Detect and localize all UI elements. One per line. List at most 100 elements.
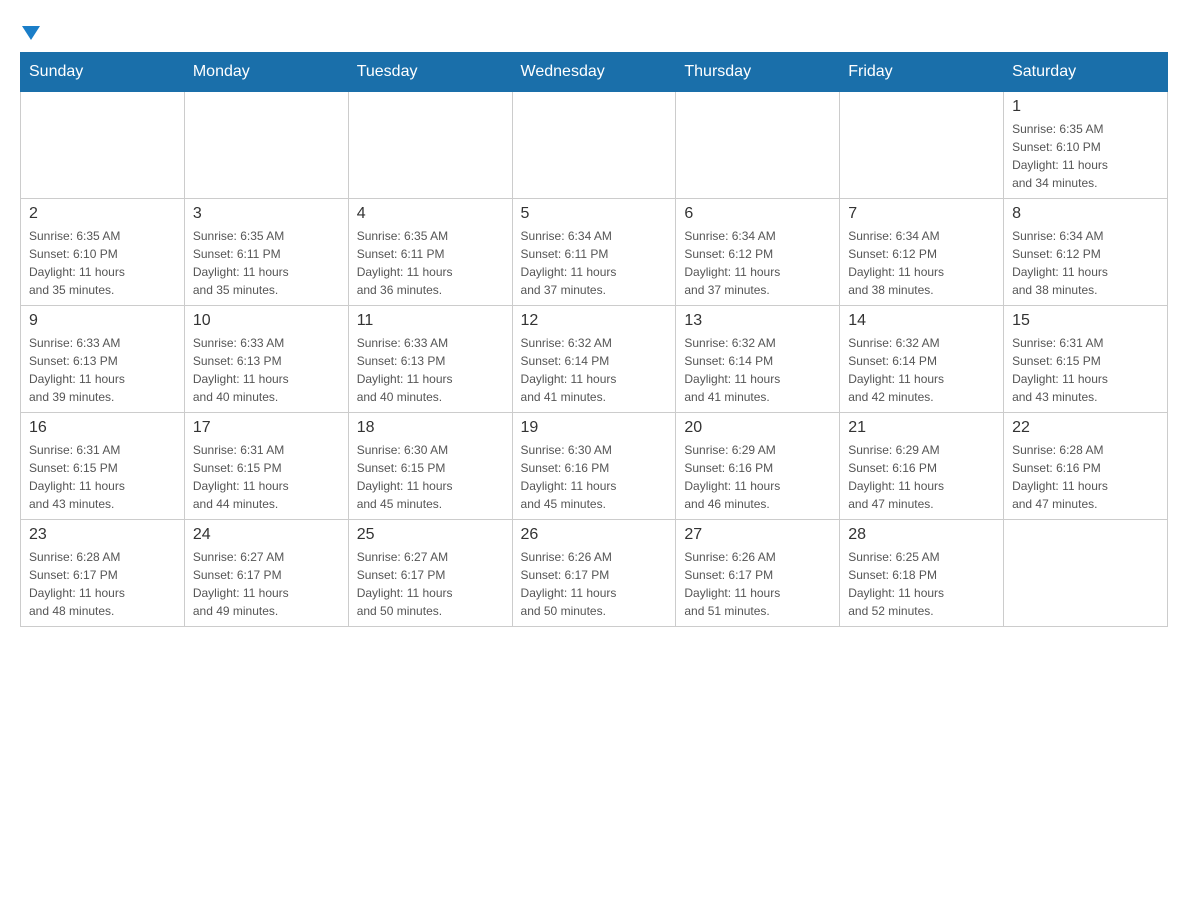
calendar-cell: 9 Sunrise: 6:33 AM Sunset: 6:13 PM Daylig…	[21, 306, 185, 413]
calendar-cell: 21 Sunrise: 6:29 AM Sunset: 6:16 PM Dayli…	[840, 413, 1004, 520]
calendar-cell: 28 Sunrise: 6:25 AM Sunset: 6:18 PM Dayli…	[840, 520, 1004, 627]
logo-triangle-icon	[22, 26, 40, 40]
day-number: 5	[521, 205, 668, 223]
day-info: Sunrise: 6:28 AM Sunset: 6:16 PM Dayligh…	[1012, 441, 1159, 513]
day-number: 2	[29, 205, 176, 223]
calendar-cell	[1004, 520, 1168, 627]
day-info: Sunrise: 6:27 AM Sunset: 6:17 PM Dayligh…	[357, 548, 504, 620]
day-info: Sunrise: 6:29 AM Sunset: 6:16 PM Dayligh…	[684, 441, 831, 513]
day-info: Sunrise: 6:31 AM Sunset: 6:15 PM Dayligh…	[1012, 334, 1159, 406]
calendar-cell: 11 Sunrise: 6:33 AM Sunset: 6:13 PM Dayli…	[348, 306, 512, 413]
day-number: 9	[29, 312, 176, 330]
calendar-cell: 6 Sunrise: 6:34 AM Sunset: 6:12 PM Daylig…	[676, 199, 840, 306]
calendar-cell: 24 Sunrise: 6:27 AM Sunset: 6:17 PM Dayli…	[184, 520, 348, 627]
header-row: SundayMondayTuesdayWednesdayThursdayFrid…	[21, 53, 1168, 92]
calendar-cell: 14 Sunrise: 6:32 AM Sunset: 6:14 PM Dayli…	[840, 306, 1004, 413]
calendar-cell: 17 Sunrise: 6:31 AM Sunset: 6:15 PM Dayli…	[184, 413, 348, 520]
calendar-cell: 27 Sunrise: 6:26 AM Sunset: 6:17 PM Dayli…	[676, 520, 840, 627]
day-number: 28	[848, 526, 995, 544]
day-number: 22	[1012, 419, 1159, 437]
day-number: 1	[1012, 98, 1159, 116]
day-info: Sunrise: 6:28 AM Sunset: 6:17 PM Dayligh…	[29, 548, 176, 620]
calendar-cell: 19 Sunrise: 6:30 AM Sunset: 6:16 PM Dayli…	[512, 413, 676, 520]
week-row-1: 1 Sunrise: 6:35 AM Sunset: 6:10 PM Daylig…	[21, 92, 1168, 199]
day-info: Sunrise: 6:34 AM Sunset: 6:12 PM Dayligh…	[1012, 227, 1159, 299]
calendar-cell: 8 Sunrise: 6:34 AM Sunset: 6:12 PM Daylig…	[1004, 199, 1168, 306]
day-number: 16	[29, 419, 176, 437]
calendar-cell: 16 Sunrise: 6:31 AM Sunset: 6:15 PM Dayli…	[21, 413, 185, 520]
day-info: Sunrise: 6:27 AM Sunset: 6:17 PM Dayligh…	[193, 548, 340, 620]
day-info: Sunrise: 6:25 AM Sunset: 6:18 PM Dayligh…	[848, 548, 995, 620]
week-row-4: 16 Sunrise: 6:31 AM Sunset: 6:15 PM Dayli…	[21, 413, 1168, 520]
day-info: Sunrise: 6:33 AM Sunset: 6:13 PM Dayligh…	[29, 334, 176, 406]
day-number: 21	[848, 419, 995, 437]
header-day-thursday: Thursday	[676, 53, 840, 92]
day-number: 17	[193, 419, 340, 437]
day-number: 25	[357, 526, 504, 544]
day-number: 13	[684, 312, 831, 330]
calendar-cell	[512, 92, 676, 199]
calendar-cell: 3 Sunrise: 6:35 AM Sunset: 6:11 PM Daylig…	[184, 199, 348, 306]
day-number: 15	[1012, 312, 1159, 330]
day-number: 4	[357, 205, 504, 223]
day-info: Sunrise: 6:30 AM Sunset: 6:16 PM Dayligh…	[521, 441, 668, 513]
day-info: Sunrise: 6:35 AM Sunset: 6:10 PM Dayligh…	[1012, 120, 1159, 192]
day-info: Sunrise: 6:33 AM Sunset: 6:13 PM Dayligh…	[357, 334, 504, 406]
day-number: 27	[684, 526, 831, 544]
logo-general-line	[20, 20, 40, 46]
header-day-sunday: Sunday	[21, 53, 185, 92]
day-number: 3	[193, 205, 340, 223]
calendar-cell: 4Sunrise: 6:35 AM Sunset: 6:11 PM Daylig…	[348, 199, 512, 306]
day-number: 11	[357, 312, 504, 330]
day-number: 7	[848, 205, 995, 223]
calendar-cell: 18Sunrise: 6:30 AM Sunset: 6:15 PM Dayli…	[348, 413, 512, 520]
calendar-cell: 2 Sunrise: 6:35 AM Sunset: 6:10 PM Daylig…	[21, 199, 185, 306]
calendar-cell: 26 Sunrise: 6:26 AM Sunset: 6:17 PM Dayli…	[512, 520, 676, 627]
day-info: Sunrise: 6:33 AM Sunset: 6:13 PM Dayligh…	[193, 334, 340, 406]
day-number: 24	[193, 526, 340, 544]
day-info: Sunrise: 6:29 AM Sunset: 6:16 PM Dayligh…	[848, 441, 995, 513]
header-day-wednesday: Wednesday	[512, 53, 676, 92]
week-row-5: 23 Sunrise: 6:28 AM Sunset: 6:17 PM Dayli…	[21, 520, 1168, 627]
day-info: Sunrise: 6:34 AM Sunset: 6:11 PM Dayligh…	[521, 227, 668, 299]
calendar-cell: 15 Sunrise: 6:31 AM Sunset: 6:15 PM Dayli…	[1004, 306, 1168, 413]
day-info: Sunrise: 6:26 AM Sunset: 6:17 PM Dayligh…	[521, 548, 668, 620]
day-info: Sunrise: 6:35 AM Sunset: 6:11 PM Dayligh…	[193, 227, 340, 299]
day-info: Sunrise: 6:32 AM Sunset: 6:14 PM Dayligh…	[521, 334, 668, 406]
day-info: Sunrise: 6:34 AM Sunset: 6:12 PM Dayligh…	[684, 227, 831, 299]
day-number: 19	[521, 419, 668, 437]
day-info: Sunrise: 6:31 AM Sunset: 6:15 PM Dayligh…	[29, 441, 176, 513]
week-row-2: 2 Sunrise: 6:35 AM Sunset: 6:10 PM Daylig…	[21, 199, 1168, 306]
day-number: 6	[684, 205, 831, 223]
day-info: Sunrise: 6:26 AM Sunset: 6:17 PM Dayligh…	[684, 548, 831, 620]
calendar-cell: 22 Sunrise: 6:28 AM Sunset: 6:16 PM Dayli…	[1004, 413, 1168, 520]
day-info: Sunrise: 6:34 AM Sunset: 6:12 PM Dayligh…	[848, 227, 995, 299]
day-info: Sunrise: 6:32 AM Sunset: 6:14 PM Dayligh…	[848, 334, 995, 406]
day-number: 12	[521, 312, 668, 330]
page-header	[20, 20, 1168, 42]
calendar-cell: 25 Sunrise: 6:27 AM Sunset: 6:17 PM Dayli…	[348, 520, 512, 627]
calendar-cell: 12 Sunrise: 6:32 AM Sunset: 6:14 PM Dayli…	[512, 306, 676, 413]
calendar-cell	[840, 92, 1004, 199]
calendar-cell	[348, 92, 512, 199]
day-number: 8	[1012, 205, 1159, 223]
day-number: 10	[193, 312, 340, 330]
week-row-3: 9 Sunrise: 6:33 AM Sunset: 6:13 PM Daylig…	[21, 306, 1168, 413]
header-day-tuesday: Tuesday	[348, 53, 512, 92]
calendar-cell: 7 Sunrise: 6:34 AM Sunset: 6:12 PM Daylig…	[840, 199, 1004, 306]
calendar-cell: 13 Sunrise: 6:32 AM Sunset: 6:14 PM Dayli…	[676, 306, 840, 413]
day-number: 14	[848, 312, 995, 330]
day-info: Sunrise: 6:32 AM Sunset: 6:14 PM Dayligh…	[684, 334, 831, 406]
calendar-cell	[21, 92, 185, 199]
calendar-cell: 10 Sunrise: 6:33 AM Sunset: 6:13 PM Dayli…	[184, 306, 348, 413]
header-day-monday: Monday	[184, 53, 348, 92]
calendar-cell: 1 Sunrise: 6:35 AM Sunset: 6:10 PM Daylig…	[1004, 92, 1168, 199]
calendar-cell	[184, 92, 348, 199]
day-info: Sunrise: 6:31 AM Sunset: 6:15 PM Dayligh…	[193, 441, 340, 513]
day-number: 20	[684, 419, 831, 437]
day-number: 26	[521, 526, 668, 544]
header-day-friday: Friday	[840, 53, 1004, 92]
day-number: 23	[29, 526, 176, 544]
calendar-table: SundayMondayTuesdayWednesdayThursdayFrid…	[20, 52, 1168, 627]
day-info: Sunrise: 6:35 AM Sunset: 6:10 PM Dayligh…	[29, 227, 176, 299]
